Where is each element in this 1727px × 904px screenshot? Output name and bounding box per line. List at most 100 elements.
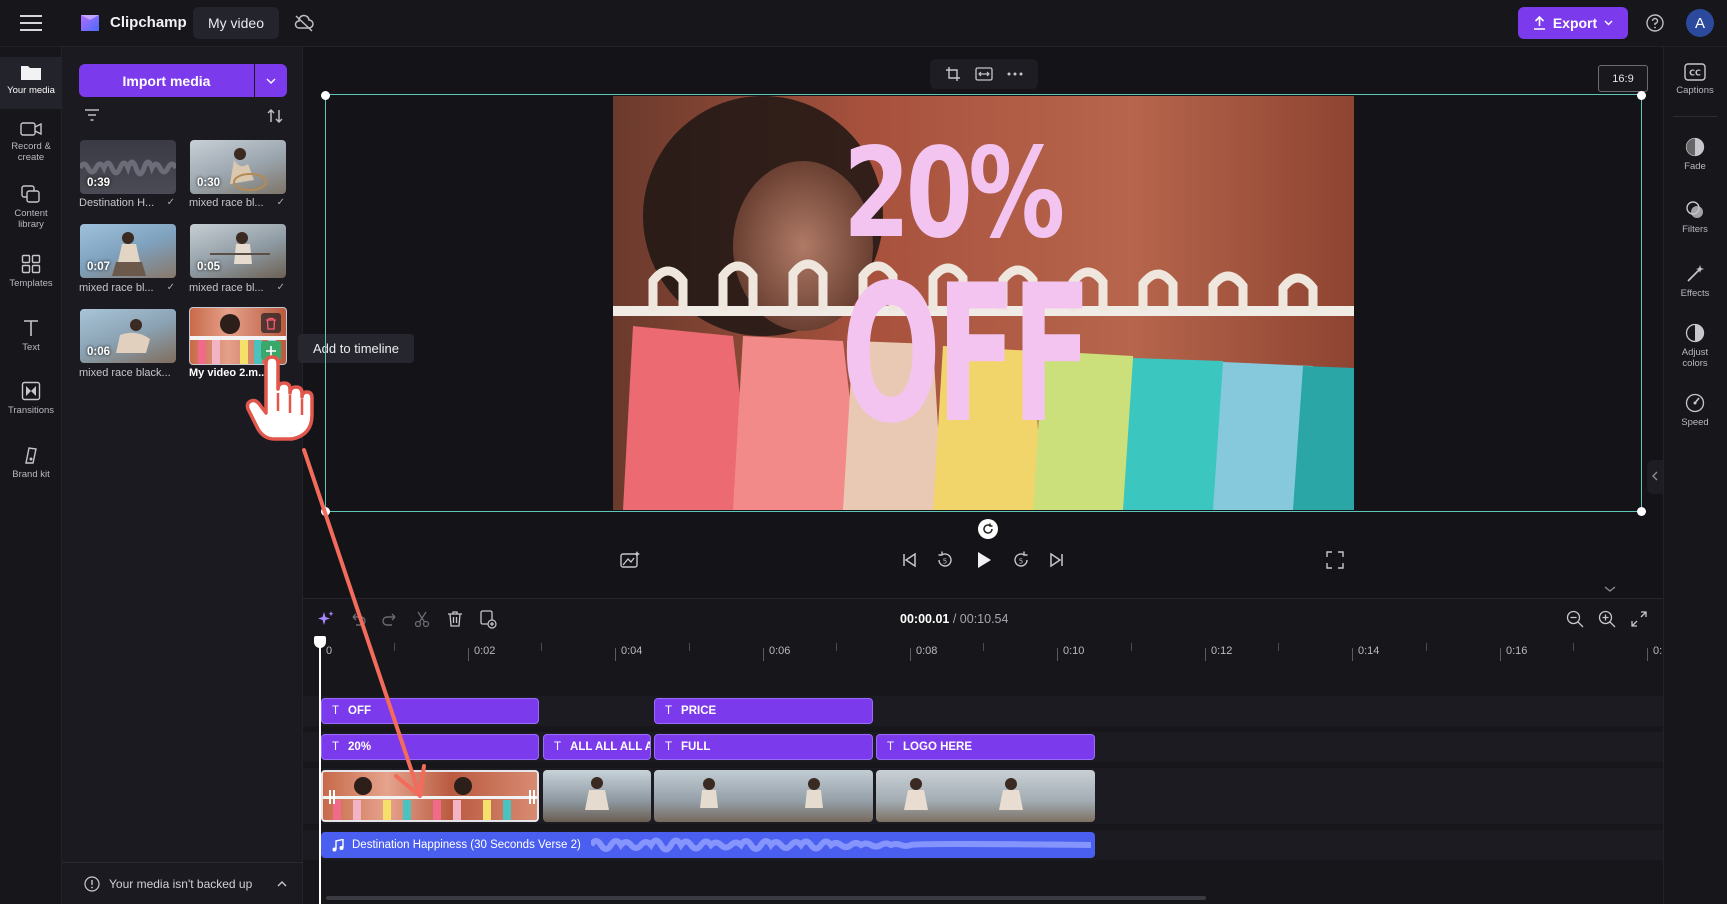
- preview-toolbar: [930, 59, 1038, 89]
- media-thumbnail[interactable]: 0:39: [80, 140, 176, 194]
- import-media-button[interactable]: Import media: [79, 64, 254, 97]
- skip-forward-icon[interactable]: [1046, 549, 1068, 571]
- media-name: Destination H... ✓: [79, 197, 175, 209]
- ruler-tick: [615, 648, 616, 661]
- ruler-label: 0:10: [1063, 645, 1085, 657]
- media-duration: 0:05: [197, 261, 221, 273]
- nav-text[interactable]: Text: [0, 318, 62, 353]
- nav-transitions[interactable]: Transitions: [0, 381, 62, 416]
- media-duration: 0:39: [87, 177, 111, 189]
- crop-icon[interactable]: [945, 66, 961, 82]
- ruler-label: 0:08: [916, 645, 938, 657]
- backup-notice[interactable]: Your media isn't backed up: [62, 862, 303, 904]
- text-clip[interactable]: T FULL: [654, 734, 873, 760]
- audio-waveform: [591, 837, 1091, 853]
- text-clip[interactable]: T ALL ALL ALL A: [543, 734, 651, 760]
- overlay-text-20-percent[interactable]: 20%: [843, 132, 1065, 256]
- panel-speed[interactable]: Speed: [1663, 393, 1727, 428]
- media-duration: 0:07: [87, 261, 111, 273]
- media-thumbnail[interactable]: 0:06: [80, 309, 176, 363]
- nav-brand-kit[interactable]: Brand kit: [0, 445, 62, 480]
- panel-label: Captions: [1676, 85, 1714, 96]
- chevron-down-icon: [266, 78, 276, 84]
- ruler-label: 0:12: [1211, 645, 1233, 657]
- media-thumbnail[interactable]: 0:30: [190, 140, 286, 194]
- panel-adjust-colors[interactable]: Adjust colors: [1663, 323, 1727, 369]
- nav-record-create[interactable]: Record & create: [0, 121, 62, 163]
- export-button[interactable]: Export: [1518, 7, 1628, 39]
- top-bar: Clipchamp My video Export A: [0, 0, 1727, 47]
- nav-content-library[interactable]: Content library: [0, 184, 62, 230]
- aspect-ratio-button[interactable]: 16:9: [1598, 65, 1648, 92]
- filter-icon[interactable]: [84, 108, 100, 122]
- fit-timeline-icon[interactable]: [1629, 609, 1649, 629]
- help-icon[interactable]: [1645, 13, 1665, 33]
- svg-text:5: 5: [943, 558, 947, 566]
- video-clip[interactable]: [543, 770, 651, 822]
- ruler-tick-minor: [983, 643, 984, 651]
- nav-templates[interactable]: Templates: [0, 254, 62, 289]
- skip-back-icon[interactable]: [898, 549, 920, 571]
- overlay-text-off[interactable]: OFF: [841, 260, 1092, 450]
- video-clip[interactable]: [876, 770, 1095, 822]
- cloud-off-icon[interactable]: [294, 14, 314, 32]
- fullscreen-icon[interactable]: [1324, 549, 1346, 571]
- rewind-5-icon[interactable]: 5: [934, 549, 956, 571]
- panel-label: Filters: [1682, 224, 1708, 235]
- forward-5-icon[interactable]: 5: [1010, 549, 1032, 571]
- timeline-scrollbar[interactable]: [326, 896, 1206, 900]
- zoom-out-icon[interactable]: [1565, 609, 1585, 629]
- media-thumbnail[interactable]: 0:05: [190, 224, 286, 278]
- delete-button[interactable]: [261, 313, 281, 333]
- video-preview[interactable]: 20% OFF: [613, 96, 1354, 510]
- zoom-in-icon[interactable]: [1597, 609, 1617, 629]
- panel-effects[interactable]: Effects: [1663, 264, 1727, 299]
- sort-icon[interactable]: [266, 107, 284, 125]
- ruler-tick-minor: [1278, 643, 1279, 651]
- rotate-handle[interactable]: [978, 519, 998, 539]
- video-clip[interactable]: [654, 770, 873, 822]
- text-clip[interactable]: T PRICE: [654, 698, 873, 724]
- folder-icon: [21, 66, 41, 80]
- text-clip[interactable]: T LOGO HERE: [876, 734, 1095, 760]
- audio-clip[interactable]: Destination Happiness (30 Seconds Verse …: [321, 832, 1095, 858]
- hamburger-menu-icon[interactable]: [20, 14, 42, 32]
- collapse-preview-icon[interactable]: [1602, 584, 1618, 594]
- text-clip-icon: T: [887, 741, 895, 753]
- panel-fade[interactable]: Fade: [1663, 137, 1727, 172]
- resize-handle[interactable]: [1637, 507, 1646, 516]
- nav-label: Templates: [9, 278, 53, 289]
- check-icon: ✓: [166, 282, 175, 293]
- svg-text:5: 5: [1019, 558, 1023, 566]
- auto-enhance-icon[interactable]: [619, 549, 641, 571]
- brand-name: Clipchamp: [110, 14, 187, 31]
- fit-icon[interactable]: [975, 67, 993, 81]
- ruler-tick: [468, 648, 469, 661]
- duplicate-icon[interactable]: [478, 609, 498, 629]
- right-panel-collapse[interactable]: [1647, 460, 1663, 494]
- drag-arrow-annotation: [302, 448, 426, 798]
- text-clip-label: ALL ALL ALL A: [570, 741, 651, 753]
- panel-filters[interactable]: Filters: [1663, 200, 1727, 235]
- more-icon[interactable]: [1007, 72, 1023, 76]
- ruler-label: 0:14: [1358, 645, 1380, 657]
- speed-icon: [1685, 393, 1705, 413]
- nav-label: Transitions: [7, 405, 55, 416]
- panel-captions[interactable]: CC Captions: [1663, 63, 1727, 96]
- play-icon[interactable]: [972, 549, 994, 571]
- text-clip-label: PRICE: [681, 705, 717, 717]
- right-panel: [1663, 47, 1727, 904]
- resize-handle[interactable]: [1637, 91, 1646, 100]
- import-media-dropdown[interactable]: [255, 64, 287, 97]
- nav-your-media[interactable]: Your media: [0, 57, 62, 109]
- project-title[interactable]: My video: [193, 7, 279, 39]
- media-thumbnail[interactable]: 0:07: [80, 224, 176, 278]
- left-navigation: Your media Record & create Content libra…: [0, 47, 62, 904]
- music-note-icon: [332, 838, 344, 851]
- user-avatar[interactable]: A: [1686, 9, 1714, 37]
- delete-icon[interactable]: [445, 609, 465, 629]
- ruler-tick: [1647, 648, 1648, 661]
- panel-label: Adjust: [1681, 347, 1709, 358]
- library-icon: [21, 185, 40, 203]
- resize-handle[interactable]: [321, 91, 330, 100]
